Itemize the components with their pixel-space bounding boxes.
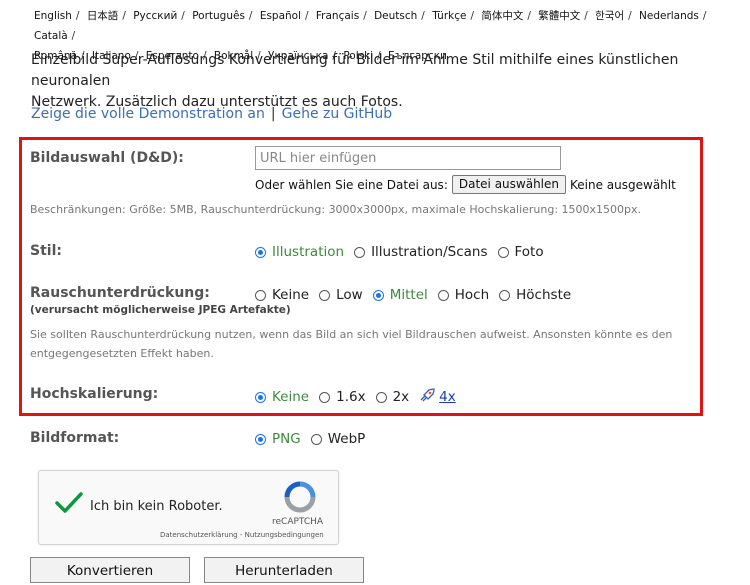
format-option-webp[interactable]: WebP	[310, 431, 365, 447]
lang-zh-hans[interactable]: 简体中文	[481, 10, 523, 22]
format-label: Bildformat:	[30, 430, 120, 446]
noise-option-high[interactable]: Hoch	[437, 287, 489, 303]
style-options: Illustration Illustration/Scans Foto	[255, 244, 554, 260]
radio-icon[interactable]	[310, 433, 322, 445]
radio-icon[interactable]	[319, 289, 331, 301]
noise-option-highest[interactable]: Höchste	[499, 287, 571, 303]
noise-note: Sie sollten Rauschunterdrückung nutzen, …	[30, 328, 673, 360]
rocket-icon	[419, 388, 435, 406]
noise-label: Rauschunterdrückung:	[30, 285, 210, 301]
lang-en[interactable]: English	[34, 10, 72, 22]
style-option-illustration[interactable]: Illustration	[255, 244, 344, 260]
intro-text: Einzelbild Super-Auflösungs Konvertierun…	[31, 52, 679, 110]
lang-es[interactable]: Español	[260, 10, 301, 22]
url-input[interactable]	[255, 146, 561, 170]
style-option-scans[interactable]: Illustration/Scans	[354, 244, 488, 260]
radio-selected-icon[interactable]	[255, 246, 266, 258]
demo-link[interactable]: Zeige die volle Demonstration an	[31, 106, 265, 122]
limits-note: Beschränkungen: Größe: 5MB, Rauschunterd…	[30, 203, 642, 216]
radio-icon[interactable]	[375, 391, 387, 403]
radio-icon[interactable]	[319, 391, 331, 403]
radio-icon[interactable]	[499, 289, 511, 301]
radio-icon[interactable]	[255, 289, 266, 301]
noise-option-none[interactable]: Keine	[255, 287, 309, 303]
recaptcha-logo-icon	[284, 481, 316, 517]
recaptcha-checkbox[interactable]	[54, 490, 84, 520]
checkmark-icon	[55, 492, 83, 513]
download-button[interactable]: Herunterladen	[204, 557, 364, 583]
github-link[interactable]: Gehe zu GitHub	[282, 106, 393, 122]
lang-de[interactable]: Deutsch	[374, 10, 417, 22]
radio-selected-icon[interactable]	[255, 433, 266, 445]
lang-zh-hant[interactable]: 繁體中文	[538, 10, 580, 22]
lang-ru[interactable]: Русский	[133, 10, 177, 22]
noise-sublabel: (verursacht möglicherweise JPEG Artefakt…	[30, 304, 291, 316]
radio-icon[interactable]	[437, 289, 449, 301]
format-option-png[interactable]: PNG	[255, 431, 301, 447]
file-row: Oder wählen Sie eine Datei aus: Datei au…	[255, 175, 676, 194]
scale-label: Hochskalierung:	[30, 386, 159, 402]
lang-nl[interactable]: Nederlands	[639, 10, 699, 22]
lang-fr[interactable]: Français	[316, 10, 359, 22]
radio-icon[interactable]	[497, 246, 509, 258]
style-label: Stil:	[30, 243, 62, 259]
noise-option-low[interactable]: Low	[319, 287, 363, 303]
recaptcha-label: Ich bin kein Roboter.	[90, 499, 223, 514]
style-option-photo[interactable]: Foto	[497, 244, 544, 260]
recaptcha-legal[interactable]: Datenschutzerklärung - Nutzungsbedingung…	[160, 531, 324, 539]
format-options: PNG WebP	[255, 431, 375, 447]
scale-option-none[interactable]: Keine	[255, 389, 309, 405]
lang-tr[interactable]: Türkçe	[432, 10, 466, 22]
scale-option-2x[interactable]: 2x	[375, 389, 409, 405]
file-prompt: Oder wählen Sie eine Datei aus:	[255, 177, 448, 192]
scale-option-1-6x[interactable]: 1.6x	[319, 389, 366, 405]
image-select-label: Bildauswahl (D&D):	[30, 150, 184, 166]
recaptcha-brand: reCAPTCHA	[272, 517, 324, 527]
scale-option-4x[interactable]: 4x	[419, 388, 456, 406]
radio-selected-icon[interactable]	[255, 391, 266, 403]
lang-pt[interactable]: Português	[192, 10, 245, 22]
top-links: Zeige die volle Demonstration an | Gehe zu…	[31, 106, 393, 122]
lang-ja[interactable]: 日本語	[87, 10, 119, 22]
no-file-label: Keine ausgewählt	[570, 177, 676, 192]
scale-options: Keine 1.6x 2x 4x	[255, 388, 466, 406]
scale-4x-link[interactable]: 4x	[439, 389, 456, 405]
radio-icon[interactable]	[354, 246, 366, 258]
noise-options: Keine Low Mittel Hoch Höchste	[255, 287, 581, 303]
lang-ca[interactable]: Català	[34, 30, 68, 42]
convert-button[interactable]: Konvertieren	[30, 557, 190, 583]
noise-option-medium[interactable]: Mittel	[372, 287, 428, 303]
lang-ko[interactable]: 한국어	[595, 10, 624, 22]
choose-file-button[interactable]: Datei auswählen	[451, 175, 566, 194]
radio-selected-icon[interactable]	[372, 289, 384, 301]
